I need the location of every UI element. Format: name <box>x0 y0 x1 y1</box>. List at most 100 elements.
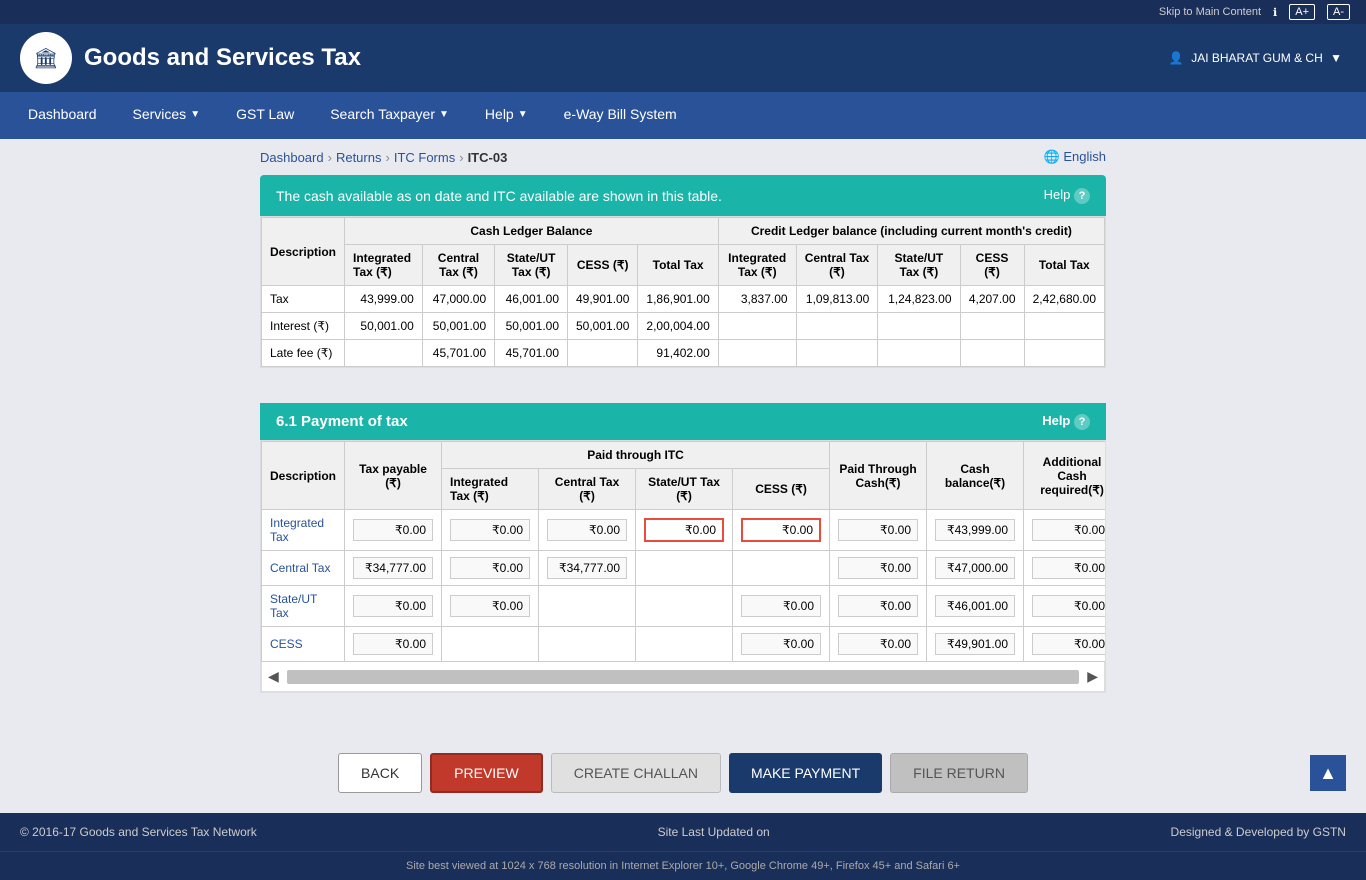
breadcrumb-current: ITC-03 <box>468 150 508 165</box>
pay-col-paid-cash: Paid Through Cash(₹) <box>830 442 927 510</box>
scroll-left-arrow[interactable]: ◀ <box>268 668 279 685</box>
tax-input[interactable] <box>1032 557 1106 579</box>
header: 🏛 Goods and Services Tax 👤 JAI BHARAT GU… <box>0 24 1366 92</box>
nav-eway-bill[interactable]: e-Way Bill System <box>546 92 695 139</box>
chevron-down-icon: ▼ <box>439 109 449 120</box>
col-state-tax: State/UT Tax (₹) <box>495 245 568 286</box>
tax-input[interactable] <box>547 557 627 579</box>
tax-input[interactable] <box>353 557 433 579</box>
pay-col-itc-state: State/UT Tax (₹) <box>636 469 733 510</box>
tax-input[interactable] <box>353 595 433 617</box>
copyright: © 2016-17 Goods and Services Tax Network <box>20 825 257 839</box>
tax-input[interactable] <box>838 633 918 655</box>
font-large-button[interactable]: A+ <box>1289 4 1315 20</box>
tax-input[interactable] <box>1032 633 1106 655</box>
nav-dashboard[interactable]: Dashboard <box>10 92 115 139</box>
breadcrumb-itc-forms[interactable]: ITC Forms <box>394 150 455 165</box>
user-name: JAI BHARAT GUM & CH <box>1191 51 1323 65</box>
col-credit-state: State/UT Tax (₹) <box>878 245 960 286</box>
preview-button[interactable]: PREVIEW <box>430 753 543 793</box>
top-bar: Skip to Main Content ℹ A+ A- <box>0 0 1366 24</box>
payment-table-row: Integrated Tax <box>262 510 1107 551</box>
tax-input[interactable] <box>838 519 918 541</box>
payment-table-row: Central Tax <box>262 551 1107 586</box>
pay-col-additional: Additional Cash required(₹) <box>1024 442 1106 510</box>
pay-col-tax-payable: Tax payable (₹) <box>345 442 442 510</box>
col-description: Description <box>262 218 345 286</box>
nav-services[interactable]: Services ▼ <box>115 92 219 139</box>
breadcrumb-dashboard[interactable]: Dashboard <box>260 150 324 165</box>
tax-input[interactable] <box>353 519 433 541</box>
breadcrumb-returns[interactable]: Returns <box>336 150 382 165</box>
tax-input[interactable] <box>741 518 821 542</box>
breadcrumb: Dashboard › Returns › ITC Forms › ITC-03… <box>0 139 1366 175</box>
back-button[interactable]: BACK <box>338 753 422 793</box>
tax-input[interactable] <box>450 595 530 617</box>
tax-input[interactable] <box>935 557 1015 579</box>
footer-bottom: Site best viewed at 1024 x 768 resolutio… <box>0 851 1366 880</box>
question-icon: ? <box>1074 414 1090 430</box>
file-return-button[interactable]: FILE RETURN <box>890 753 1028 793</box>
font-small-button[interactable]: A- <box>1327 4 1350 20</box>
info-message: The cash available as on date and ITC av… <box>276 188 722 204</box>
tax-input[interactable] <box>838 557 918 579</box>
nav-search-taxpayer[interactable]: Search Taxpayer ▼ <box>312 92 467 139</box>
tax-input[interactable] <box>353 633 433 655</box>
horizontal-scrollbar[interactable]: ◀ ▶ <box>261 662 1105 692</box>
nav-help[interactable]: Help ▼ <box>467 92 546 139</box>
tax-input[interactable] <box>450 557 530 579</box>
last-updated: Site Last Updated on <box>658 825 770 839</box>
pay-col-description: Description <box>262 442 345 510</box>
col-credit-central: Central Tax (₹) <box>796 245 878 286</box>
create-challan-button[interactable]: CREATE CHALLAN <box>551 753 721 793</box>
col-credit-cess: CESS (₹) <box>960 245 1024 286</box>
pay-col-itc-group: Paid through ITC <box>442 442 830 469</box>
designed-by: Designed & Developed by GSTN <box>1171 825 1346 839</box>
tax-input[interactable] <box>547 519 627 541</box>
payment-section: 6.1 Payment of tax Help ? Description Ta… <box>260 403 1106 693</box>
chevron-down-icon: ▼ <box>518 109 528 120</box>
scroll-right-arrow[interactable]: ▶ <box>1087 668 1098 685</box>
tax-input[interactable] <box>450 519 530 541</box>
col-credit-total: Total Tax <box>1024 245 1104 286</box>
make-payment-button[interactable]: MAKE PAYMENT <box>729 753 882 793</box>
skip-link[interactable]: Skip to Main Content <box>1159 6 1261 18</box>
cash-ledger-table-container: Description Cash Ledger Balance Credit L… <box>260 216 1106 368</box>
payment-table-row: State/UT Tax <box>262 586 1107 627</box>
cash-table-row: Tax43,999.0047,000.0046,001.0049,901.001… <box>262 286 1105 313</box>
question-icon: ? <box>1074 188 1090 204</box>
tax-input[interactable] <box>935 633 1015 655</box>
help-link-cash[interactable]: Help ? <box>1044 187 1090 204</box>
scroll-to-top-button[interactable]: ▲ <box>1310 755 1346 791</box>
pay-col-itc-cess: CESS (₹) <box>733 469 830 510</box>
tax-input[interactable] <box>644 518 724 542</box>
scrollbar-track[interactable] <box>287 670 1079 684</box>
navigation: Dashboard Services ▼ GST Law Search Taxp… <box>0 92 1366 139</box>
chevron-down-icon: ▼ <box>1330 51 1342 65</box>
col-total: Total Tax <box>638 245 718 286</box>
action-buttons: BACK PREVIEW CREATE CHALLAN MAKE PAYMENT… <box>0 733 1366 813</box>
site-title: Goods and Services Tax <box>84 44 361 72</box>
payment-table-row: CESS <box>262 627 1107 662</box>
cash-ledger-table: Description Cash Ledger Balance Credit L… <box>261 217 1105 367</box>
info-box: The cash available as on date and ITC av… <box>260 175 1106 216</box>
payment-section-header: 6.1 Payment of tax Help ? <box>260 403 1106 440</box>
language-selector[interactable]: 🌐 English <box>1044 149 1106 165</box>
help-link-payment[interactable]: Help ? <box>1042 413 1090 430</box>
col-credit-int: Integrated Tax (₹) <box>718 245 796 286</box>
col-cash-ledger: Cash Ledger Balance <box>345 218 719 245</box>
cash-table-row: Late fee (₹)45,701.0045,701.0091,402.00 <box>262 340 1105 367</box>
tax-input[interactable] <box>741 633 821 655</box>
pay-col-cash-balance: Cash balance(₹) <box>927 442 1024 510</box>
tax-input[interactable] <box>838 595 918 617</box>
main-content: The cash available as on date and ITC av… <box>0 175 1366 733</box>
payment-table: Description Tax payable (₹) Paid through… <box>261 441 1106 662</box>
tax-input[interactable] <box>935 595 1015 617</box>
nav-gst-law[interactable]: GST Law <box>218 92 312 139</box>
tax-input[interactable] <box>935 519 1015 541</box>
col-central-tax: Central Tax (₹) <box>422 245 494 286</box>
tax-input[interactable] <box>1032 595 1106 617</box>
tax-input[interactable] <box>741 595 821 617</box>
user-menu[interactable]: 👤 JAI BHARAT GUM & CH ▼ <box>1169 51 1346 65</box>
tax-input[interactable] <box>1032 519 1106 541</box>
